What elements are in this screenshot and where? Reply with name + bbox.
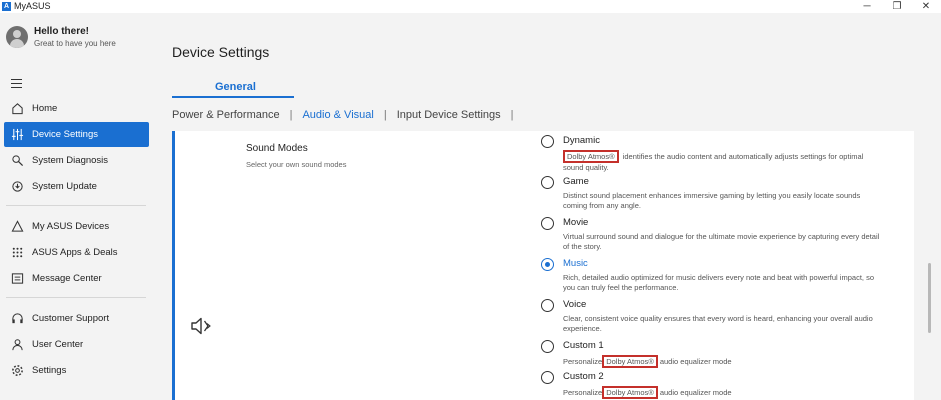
mode-description: Rich, detailed audio optimized for music… [563, 273, 874, 292]
radio-voice[interactable] [541, 299, 554, 312]
mode-name: Custom 1 [563, 340, 604, 351]
sidebar-item-label: Message Center [32, 273, 102, 284]
sidebar-item-label: System Update [32, 181, 97, 192]
avatar[interactable] [6, 26, 28, 48]
menu-icon[interactable] [11, 79, 22, 88]
subtab-divider: | [510, 109, 514, 121]
sidebar-item-label: My ASUS Devices [32, 221, 110, 232]
diagnosis-icon [12, 155, 24, 167]
main-content: Device Settings General Power & Performa… [152, 13, 941, 400]
sidebar-item-my-asus-devices[interactable]: My ASUS Devices [4, 214, 149, 239]
myasus-logo-icon: A [2, 2, 11, 11]
sidebar-item-label: System Diagnosis [32, 155, 109, 166]
sound-modes-panel: Sound Modes Select your own sound modes … [172, 131, 914, 400]
sidebar-item-device-settings[interactable]: Device Settings [4, 122, 149, 147]
mode-description: Personalize Dolby Atmos® audio equalizer m… [563, 355, 732, 368]
sidebar-item-asus-apps-deals[interactable]: ASUS Apps & Deals [4, 240, 149, 265]
greeting-subtitle: Great to have you here [34, 39, 116, 48]
mode-description: Dolby Atmos® identifies the audio conten… [563, 150, 864, 172]
subtab-audio-visual[interactable]: Audio & Visual [302, 109, 373, 121]
window-title: MyASUS [14, 1, 51, 11]
mode-description: Distinct sound placement enhances immers… [563, 191, 861, 210]
sidebar-item-customer-support[interactable]: Customer Support [4, 306, 149, 331]
title-bar: A MyASUS ─ ❐ ✕ [0, 0, 941, 13]
gear-icon [12, 365, 23, 376]
mode-name: Custom 2 [563, 371, 604, 382]
sidebar-item-system-diagnosis[interactable]: System Diagnosis [4, 148, 149, 173]
sidebar-item-label: Settings [32, 365, 67, 376]
divider [6, 297, 146, 298]
mode-name: Game [563, 176, 589, 187]
apps-grid-icon [12, 247, 23, 258]
mode-description: Virtual surround sound and dialogue for … [563, 232, 880, 251]
mode-description: Clear, consistent voice quality ensures … [563, 314, 873, 333]
sidebar-item-label: Customer Support [32, 313, 110, 324]
maximize-button[interactable]: ❐ [882, 0, 912, 13]
subtab-bar: Power & Performance | Audio & Visual | Input… [172, 109, 524, 121]
tab-underline [172, 96, 294, 98]
update-icon [12, 181, 23, 192]
tab-general[interactable]: General [215, 81, 256, 93]
greeting: Hello there! [34, 26, 90, 37]
mode-name: Voice [563, 299, 587, 310]
section-description: Select your own sound modes [246, 160, 347, 169]
radio-music[interactable] [541, 258, 554, 271]
home-icon [12, 103, 23, 115]
subtab-divider: | [289, 109, 293, 121]
sliders-icon [11, 128, 24, 141]
devices-icon [11, 220, 24, 232]
radio-game[interactable] [541, 176, 554, 189]
sidebar-item-label: ASUS Apps & Deals [32, 247, 118, 258]
mode-description: Personalize Dolby Atmos® audio equalizer m… [563, 386, 732, 399]
mode-name: Dynamic [563, 135, 600, 146]
user-icon [12, 339, 23, 351]
radio-custom-1[interactable] [541, 340, 554, 353]
sidebar-item-label: User Center [32, 339, 84, 350]
minimize-button[interactable]: ─ [852, 0, 882, 13]
mode-name: Movie [563, 217, 589, 228]
scrollbar[interactable] [928, 263, 931, 333]
mode-name: Music [563, 258, 588, 269]
sidebar-item-message-center[interactable]: Message Center [4, 266, 149, 291]
close-button[interactable]: ✕ [911, 0, 941, 13]
section-title: Sound Modes [246, 143, 308, 154]
dolby-atmos-badge: Dolby Atmos® [563, 150, 619, 163]
radio-custom-2[interactable] [541, 371, 554, 384]
sidebar-item-system-update[interactable]: System Update [4, 174, 149, 199]
dolby-atmos-badge: Dolby Atmos® [602, 355, 658, 368]
message-icon [11, 273, 24, 284]
radio-movie[interactable] [541, 217, 554, 230]
sidebar: Hello there! Great to have you here Home… [0, 13, 152, 400]
sidebar-item-settings[interactable]: Settings [4, 358, 149, 383]
divider [6, 205, 146, 206]
subtab-divider: | [383, 109, 387, 121]
sidebar-item-user-center[interactable]: User Center [4, 332, 149, 357]
page-title: Device Settings [172, 44, 270, 60]
dolby-atmos-badge: Dolby Atmos® [602, 386, 658, 399]
subtab-input-device-settings[interactable]: Input Device Settings [397, 109, 501, 121]
sidebar-item-label: Home [32, 103, 58, 114]
subtab-power-performance[interactable]: Power & Performance [172, 109, 280, 121]
speaker-icon [191, 317, 211, 335]
radio-dynamic[interactable] [541, 135, 554, 148]
sidebar-item-label: Device Settings [32, 129, 99, 140]
sidebar-item-home[interactable]: Home [4, 96, 149, 121]
headset-icon [12, 313, 23, 324]
